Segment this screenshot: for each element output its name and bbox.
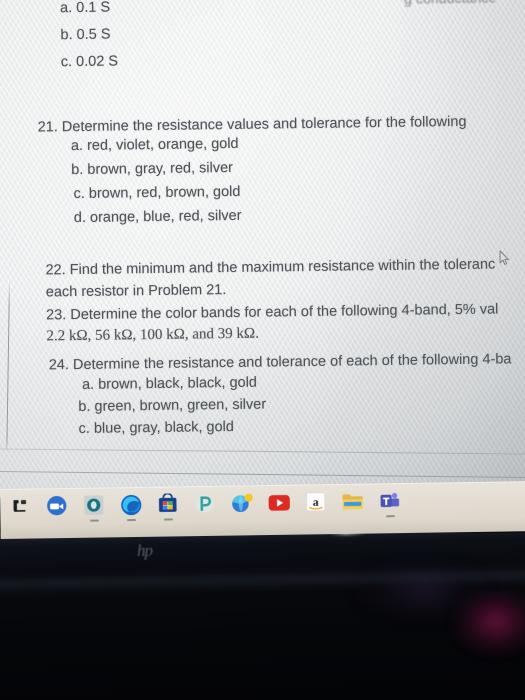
question-text: Find the minimum and the maximum resista… [69,256,496,279]
teams-icon[interactable] [378,489,401,518]
taskbar-running-indicator [89,519,99,522]
edge-icon[interactable] [119,493,142,522]
item-label: d. [73,209,87,227]
question-22-prompt-line2: each resistor in Problem 21. [45,282,227,301]
list-item: c. blue, gray, black, gold [79,419,234,437]
question-number: 24. [48,357,70,374]
list-item: a. brown, black, black, gold [82,375,257,393]
item-label: c. [78,420,91,438]
item-text: blue, gray, black, gold [93,418,235,437]
question-23-values: 2.2 kΩ, 56 kΩ, 100 kΩ, and 39 kΩ. [46,325,259,345]
cropped-heading-text: g conductance [404,0,497,7]
taskbar-running-indicator [163,518,173,521]
amazon-icon[interactable]: a [304,490,327,513]
taskbar-running-indicator [126,518,136,522]
list-item: c. brown, red, brown, gold [73,184,240,202]
list-item: c. 0.02 S [61,53,118,70]
youtube-icon[interactable] [267,491,290,514]
item-text: red, violet, orange, gold [86,135,239,154]
windows-snip-icon[interactable] [8,495,31,518]
question-text: Determine the resistance and tolerance o… [72,351,512,374]
question-23-prompt: 23. Determine the color bands for each o… [46,302,498,324]
list-item: b. green, brown, green, silver [78,397,266,415]
item-text: brown, gray, red, silver [87,159,234,178]
question-21-prompt: 21. Determine the resistance values and … [38,114,467,136]
laptop-screen-photo: g conductance a. 0.1 S b. 0.5 S c. 0.02 … [0,0,525,700]
item-text: 0.02 S [76,53,119,71]
windows-taskbar[interactable]: a [0,480,525,539]
item-text: brown, red, brown, gold [88,183,241,202]
question-text: Determine the color bands for each of th… [70,301,499,324]
list-item: b. 0.5 S [60,27,110,44]
question-24-prompt: 24. Determine the resistance and toleran… [49,351,512,373]
browser-globe-icon[interactable] [230,491,253,514]
item-label: a. [81,376,95,393]
item-label: c. [73,185,85,203]
list-item: a. 0.1 S [60,0,110,16]
svg-text:a: a [313,495,319,509]
question-text: Determine the resistance values and tole… [61,113,467,136]
store-icon[interactable] [156,492,179,521]
hp-brand-logo: hp [136,540,153,561]
laptop-screen: g conductance a. 0.1 S b. 0.5 S c. 0.02 … [0,0,525,497]
question-number: 23. [46,307,67,324]
list-item: a. red, violet, orange, gold [71,136,239,154]
mouse-pointer [499,250,510,265]
question-number: 22. [45,262,66,279]
item-label: a. [60,0,73,17]
outlook-icon[interactable] [82,493,105,522]
item-text: 0.1 S [76,0,111,17]
list-item: b. brown, gray, red, silver [71,160,233,178]
item-text: brown, black, black, gold [98,374,258,393]
question-22-prompt: 22. Find the minimum and the maximum res… [45,257,495,279]
document-text-region: g conductance a. 0.1 S b. 0.5 S c. 0.02 … [0,0,525,497]
item-label: b. [78,398,91,416]
bezel-reflection-magenta [439,592,525,654]
item-text: orange, blue, red, silver [89,207,242,226]
item-text: green, brown, green, silver [94,396,267,415]
paint3d-icon[interactable] [193,492,216,515]
item-label: b. [71,161,84,179]
list-item: d. orange, blue, red, silver [74,208,242,226]
zoom-icon[interactable] [45,494,68,517]
item-label: c. [60,54,73,71]
question-number: 21. [37,119,58,136]
taskbar-running-indicator [385,515,395,518]
file-explorer-icon[interactable] [341,490,364,513]
item-label: b. [60,27,73,44]
item-text: 0.5 S [76,26,111,43]
item-label: a. [70,137,84,155]
